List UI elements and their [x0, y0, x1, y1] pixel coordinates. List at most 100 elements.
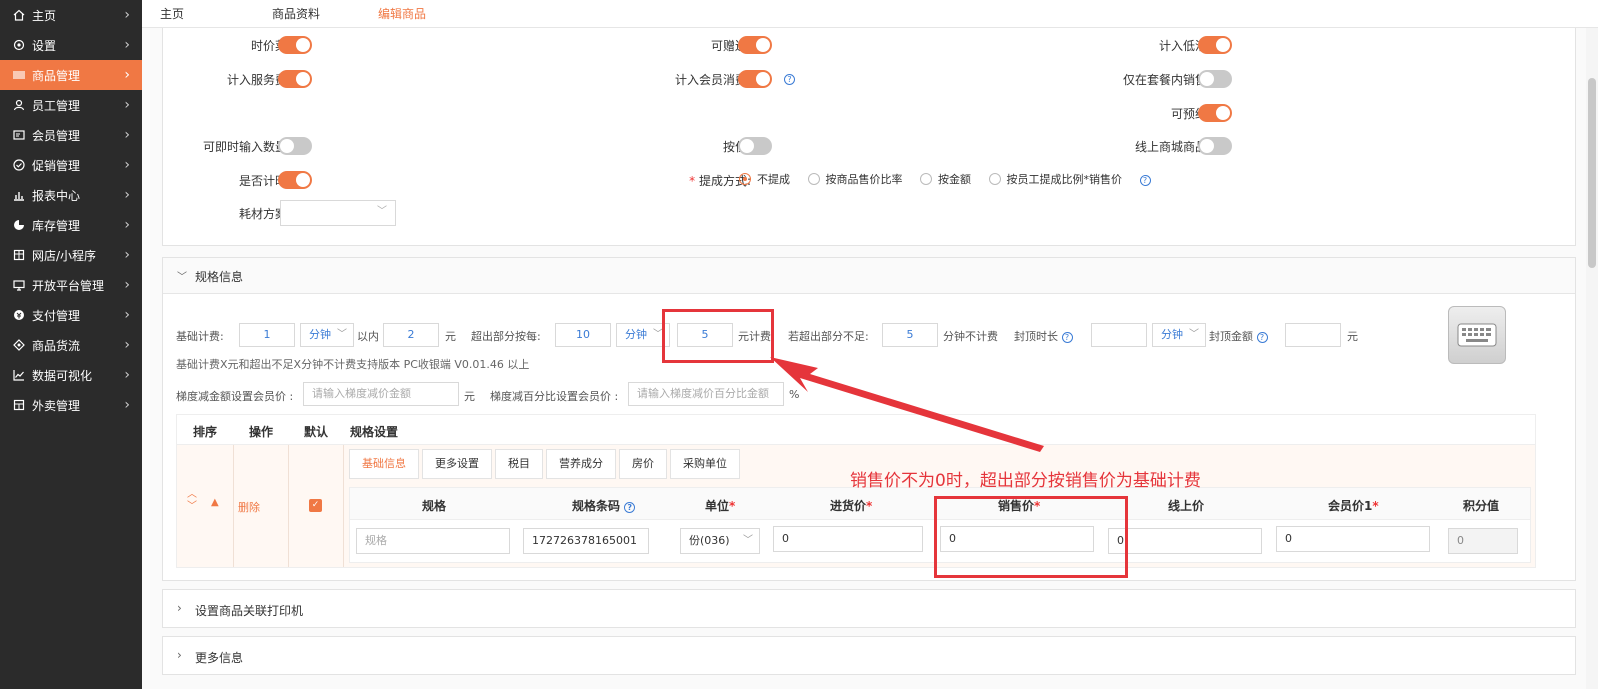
instant-qty-toggle[interactable] — [278, 137, 312, 155]
sidebar-item-reports[interactable]: 报表中心 › — [0, 180, 142, 210]
sidebar-item-label: 数据可视化 — [32, 368, 93, 383]
spec-card: ﹀ 规格信息 基础计费: 1 分钟 ﹀ 以内 2 元 超出部分按每: 10 分钟 ﹀… — [162, 257, 1576, 581]
radio-no-commission[interactable]: 不提成 — [739, 173, 790, 186]
scrollbar[interactable] — [1586, 28, 1598, 689]
tab-edit-product[interactable]: 编辑商品 — [360, 5, 444, 22]
default-checkbox[interactable]: ✓ — [309, 499, 322, 512]
price-dish-toggle[interactable] — [278, 36, 312, 54]
gear-icon — [12, 38, 26, 52]
radio-by-price-ratio[interactable]: 按商品售价比率 — [807, 173, 903, 186]
subtab-nutrition[interactable]: 营养成分 — [546, 449, 616, 479]
chevron-down-icon: ﹀ — [177, 272, 187, 283]
cap-amount-input[interactable] — [1285, 323, 1341, 347]
tab-product-info[interactable]: 商品资料 — [254, 5, 338, 22]
cap-time-unit-select[interactable]: 分钟 ﹀ — [1152, 323, 1206, 347]
subtab-purchase-unit[interactable]: 采购单位 — [670, 449, 740, 479]
radio-by-amount[interactable]: 按金额 — [920, 173, 971, 186]
scrollbar-thumb[interactable] — [1588, 78, 1596, 268]
radio-by-staff-ratio[interactable]: 按员工提成比例*销售价 — [988, 173, 1122, 186]
subtab-more[interactable]: 更多设置 — [422, 449, 492, 479]
sort-arrows-icon[interactable]: ︿ ﹀ — [187, 489, 197, 513]
spec-name-input[interactable]: 规格 — [356, 528, 510, 554]
yuan-label: 元 — [445, 330, 456, 343]
over-price-input[interactable]: 5 — [677, 323, 733, 347]
subtab-room-price[interactable]: 房价 — [619, 449, 667, 479]
tier-amount-unit: 元 — [464, 390, 475, 403]
shop-icon — [12, 248, 26, 262]
sidebar-item-products[interactable]: 商品管理 › — [0, 60, 142, 90]
over-input[interactable]: 10 — [555, 323, 611, 347]
help-icon[interactable]: ? — [1139, 175, 1151, 186]
can-gift-toggle[interactable] — [738, 36, 772, 54]
sidebar-item-label: 支付管理 — [32, 308, 81, 323]
tier-pct-input[interactable]: 请输入梯度减价百分比金额 — [628, 382, 784, 406]
chevron-right-icon: › — [124, 37, 130, 53]
points-input: 0 — [1448, 528, 1518, 554]
sidebar-item-data-visual[interactable]: 数据可视化 › — [0, 360, 142, 390]
sale-price-input[interactable]: 0 — [940, 526, 1094, 552]
sidebar-item-promotions[interactable]: 促销管理 › — [0, 150, 142, 180]
top-tab-bar: 主页 商品资料 编辑商品 — [142, 0, 1598, 28]
sidebar-item-goods-flow[interactable]: 商品货流 › — [0, 330, 142, 360]
cost-input[interactable]: 0 — [773, 526, 923, 552]
service-fee-toggle[interactable] — [278, 70, 312, 88]
over-unit-select[interactable]: 分钟 ﹀ — [616, 323, 670, 347]
delete-link[interactable]: 删除 — [238, 499, 260, 515]
chevron-right-icon: › — [124, 247, 130, 263]
chevron-right-icon: › — [124, 187, 130, 203]
by-position-toggle[interactable] — [738, 137, 772, 155]
barcode-input[interactable]: 172726378165001 — [523, 528, 649, 554]
sidebar-item-members[interactable]: 会员管理 › — [0, 120, 142, 150]
subtab-tax[interactable]: 税目 — [495, 449, 543, 479]
sidebar-item-webshop[interactable]: 网店/小程序 › — [0, 240, 142, 270]
help-icon[interactable]: ? — [624, 502, 636, 513]
base-fee-unit-select[interactable]: 分钟 ﹀ — [300, 323, 354, 347]
member-price-input[interactable]: 0 — [1276, 526, 1430, 552]
online-price-input[interactable]: 0 — [1108, 528, 1262, 554]
can-reserve-toggle[interactable] — [1198, 104, 1232, 122]
line-chart-icon — [12, 368, 26, 382]
help-icon[interactable]: ? — [1061, 332, 1073, 343]
subtab-basic[interactable]: 基础信息 — [349, 449, 419, 479]
online-mall-toggle[interactable] — [1198, 137, 1232, 155]
member-spend-toggle[interactable] — [738, 70, 772, 88]
chevron-right-icon: › — [124, 367, 130, 383]
only-set-meal-toggle[interactable] — [1198, 70, 1232, 88]
sidebar-item-staff[interactable]: 员工管理 › — [0, 90, 142, 120]
chevron-right-icon: › — [124, 67, 130, 83]
sidebar-item-inventory[interactable]: 库存管理 › — [0, 210, 142, 240]
sidebar-item-settings[interactable]: 设置 › — [0, 30, 142, 60]
chevron-right-icon: › — [177, 601, 182, 615]
is-timing-toggle[interactable] — [278, 171, 312, 189]
sidebar-item-payment[interactable]: 支付管理 › — [0, 300, 142, 330]
keyboard-icon[interactable] — [1448, 306, 1506, 364]
sidebar: 主页 › 设置 › 商品管理 › 员工管理 › 会员管理 › 促销管理 › 报表… — [0, 0, 142, 689]
count-min-toggle[interactable] — [1198, 36, 1232, 54]
spec-header[interactable]: ﹀ 规格信息 — [163, 258, 1575, 294]
tier-amount-input[interactable]: 请输入梯度减价金额 — [303, 382, 459, 406]
if-less-input[interactable]: 5 — [882, 323, 938, 347]
help-icon[interactable]: ? — [1256, 332, 1268, 343]
consumable-select[interactable]: ﹀ — [280, 200, 396, 226]
chevron-right-icon: › — [124, 217, 130, 233]
sidebar-item-open-platform[interactable]: 开放平台管理 › — [0, 270, 142, 300]
printer-section[interactable]: › 设置商品关联打印机 — [162, 589, 1576, 628]
col-member: 会员价1* — [1328, 499, 1379, 513]
sidebar-item-home[interactable]: 主页 › — [0, 0, 142, 30]
move-up-icon[interactable]: ▲ — [211, 497, 219, 508]
sidebar-item-takeout[interactable]: 外卖管理 › — [0, 390, 142, 420]
within-input[interactable]: 2 — [383, 323, 439, 347]
unit-select[interactable]: 份(036) ﹀ — [680, 528, 760, 554]
printer-section-title: 设置商品关联打印机 — [195, 604, 304, 618]
help-icon[interactable]: ? — [784, 74, 795, 85]
bar-chart-icon — [12, 188, 26, 202]
flow-icon — [12, 338, 26, 352]
more-info-section[interactable]: › 更多信息 — [162, 636, 1576, 675]
header-sort: 排序 — [193, 425, 218, 439]
member-card-icon — [12, 128, 26, 142]
sidebar-item-label: 库存管理 — [32, 218, 81, 233]
base-fee-input[interactable]: 1 — [239, 323, 295, 347]
spec-title: 规格信息 — [195, 270, 244, 284]
tab-home[interactable]: 主页 — [142, 5, 202, 22]
cap-time-input[interactable] — [1091, 323, 1147, 347]
